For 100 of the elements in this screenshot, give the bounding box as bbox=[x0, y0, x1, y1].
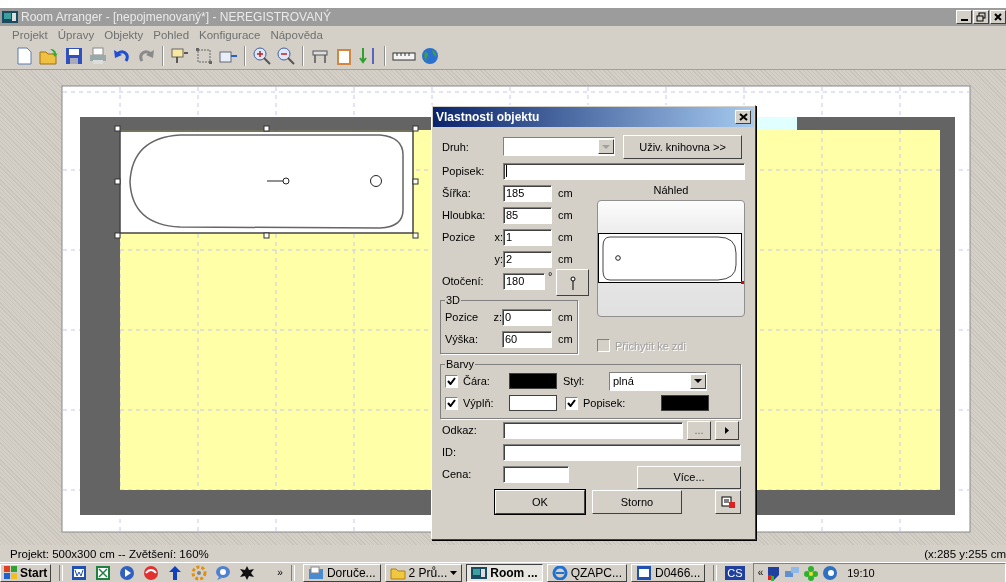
report-button[interactable] bbox=[715, 490, 741, 514]
minimize-icon bbox=[960, 19, 968, 21]
taskbar-button[interactable]: Doruče... bbox=[302, 563, 381, 582]
taskbar-button[interactable]: Room ... bbox=[466, 563, 543, 582]
globe-icon[interactable] bbox=[822, 564, 839, 581]
axis-label: x: bbox=[494, 231, 503, 243]
number-field[interactable]: 2 bbox=[503, 250, 552, 268]
type-dropdown[interactable] bbox=[503, 137, 615, 156]
number-field[interactable]: 85 bbox=[503, 206, 552, 224]
cursor-position: (x:285 y:255 cm bbox=[924, 547, 1006, 560]
number-field[interactable]: 60 bbox=[502, 330, 552, 348]
window-title: Room Arranger - [nepojmenovaný*] - NEREGISTROVANÝ bbox=[21, 10, 331, 24]
field-label: Hloubka: bbox=[442, 209, 486, 221]
close-icon bbox=[738, 113, 748, 121]
start-button[interactable]: Start bbox=[0, 563, 52, 582]
globe-icon[interactable] bbox=[420, 46, 440, 66]
splat-icon[interactable] bbox=[239, 564, 256, 581]
language-indicator[interactable]: CS bbox=[725, 565, 745, 580]
field-label: Odkaz: bbox=[442, 424, 478, 436]
chat-bubble-icon[interactable] bbox=[215, 564, 232, 581]
open-link-button[interactable] bbox=[715, 420, 739, 440]
zoom-in-icon[interactable] bbox=[252, 46, 272, 66]
document-icon[interactable] bbox=[71, 564, 88, 581]
unit-label: cm bbox=[558, 231, 573, 243]
restore-button[interactable] bbox=[973, 10, 989, 24]
checkbox[interactable]: Čára: bbox=[445, 374, 503, 388]
clipboard-icon[interactable] bbox=[334, 46, 354, 66]
checkmark-icon bbox=[447, 399, 456, 407]
insert-object-icon[interactable] bbox=[170, 46, 190, 66]
style-dropdown[interactable]: plná bbox=[609, 371, 707, 391]
group-title: Barvy bbox=[445, 358, 476, 370]
library-button[interactable]: Uživ. knihovna >> bbox=[623, 134, 742, 159]
checkbox[interactable]: Výplň: bbox=[445, 396, 503, 410]
folder-icon bbox=[389, 565, 406, 580]
field-label: Styl: bbox=[563, 375, 586, 387]
document-icon bbox=[721, 496, 735, 508]
close-button[interactable] bbox=[735, 110, 751, 124]
taskbar-button[interactable]: 2 Prů... bbox=[384, 563, 463, 582]
axis-label: y: bbox=[494, 253, 503, 265]
document-icon bbox=[635, 565, 652, 580]
overflow-toggle[interactable]: » bbox=[277, 567, 283, 578]
windows-flag-icon bbox=[4, 566, 18, 579]
link-field[interactable] bbox=[503, 421, 683, 439]
pin-icon bbox=[569, 275, 576, 290]
dialog-button[interactable]: Storno bbox=[592, 490, 682, 514]
minimize-button[interactable] bbox=[956, 10, 972, 24]
unit-label: cm bbox=[558, 311, 573, 323]
axis-label: z: bbox=[493, 311, 502, 323]
checkbox[interactable]: Popisek: bbox=[565, 396, 661, 410]
bathtub-drawing[interactable] bbox=[114, 125, 419, 239]
play-icon[interactable] bbox=[119, 564, 136, 581]
close-button[interactable] bbox=[990, 10, 1006, 24]
id-field[interactable] bbox=[503, 443, 741, 461]
unit-label: cm bbox=[558, 333, 573, 345]
rotation-button[interactable] bbox=[556, 269, 589, 296]
field-label: Šířka: bbox=[442, 187, 471, 199]
mailbox-icon bbox=[307, 565, 324, 580]
select-frame-icon[interactable] bbox=[194, 46, 214, 66]
dialog-button[interactable]: OK bbox=[495, 490, 585, 514]
preview-label: Náhled bbox=[652, 184, 690, 198]
field-label: ID: bbox=[442, 446, 458, 458]
field-label: Cena: bbox=[442, 468, 473, 480]
browse-button[interactable]: ... bbox=[687, 420, 711, 440]
unit-label: cm bbox=[558, 253, 573, 265]
dropdown-arrow-icon bbox=[602, 144, 610, 149]
clock: 19:10 bbox=[847, 566, 875, 579]
browser-icon bbox=[551, 565, 568, 580]
dropdown-arrow-icon bbox=[694, 379, 702, 383]
checkmark-icon bbox=[567, 399, 576, 407]
save-icon[interactable] bbox=[64, 46, 84, 66]
monitor-icon bbox=[471, 566, 488, 579]
play-arrow-icon bbox=[725, 426, 729, 434]
arrow-icon[interactable] bbox=[167, 564, 184, 581]
color-swatch[interactable] bbox=[509, 373, 557, 389]
more-button[interactable]: Více... bbox=[637, 465, 741, 489]
taskbar-button[interactable]: D0466... bbox=[630, 563, 706, 582]
field-label: Výška: bbox=[445, 333, 478, 345]
color-swatch[interactable] bbox=[661, 395, 709, 411]
color-swatch[interactable] bbox=[509, 395, 557, 411]
number-field[interactable]: 1 bbox=[503, 228, 552, 246]
taskbar-button[interactable]: QZAPC... bbox=[546, 563, 627, 582]
unit-label: cm bbox=[558, 209, 573, 221]
price-field[interactable] bbox=[503, 465, 569, 483]
status-text: Projekt: 500x300 cm -- Zvětšení: 160% bbox=[10, 547, 209, 560]
number-field[interactable]: 185 bbox=[503, 184, 552, 202]
number-field[interactable]: 0 bbox=[502, 308, 552, 326]
close-icon bbox=[993, 12, 1003, 22]
group-title: 3D bbox=[445, 294, 462, 306]
zoom-out-icon[interactable] bbox=[276, 46, 296, 66]
field-label: Otočení: bbox=[442, 275, 484, 287]
checkmark-icon bbox=[447, 377, 456, 385]
number-field[interactable]: 180 bbox=[503, 272, 545, 290]
dialog-title: Vlastnosti objektu bbox=[436, 110, 540, 124]
app-icon bbox=[2, 11, 18, 23]
field-label: Druh: bbox=[442, 140, 470, 153]
field-label: Pozice bbox=[445, 311, 479, 323]
caption-field[interactable] bbox=[503, 162, 745, 180]
shield-icon[interactable] bbox=[766, 564, 782, 581]
tray-toggle[interactable]: « bbox=[757, 567, 764, 578]
spreadsheet-icon[interactable] bbox=[95, 564, 112, 581]
